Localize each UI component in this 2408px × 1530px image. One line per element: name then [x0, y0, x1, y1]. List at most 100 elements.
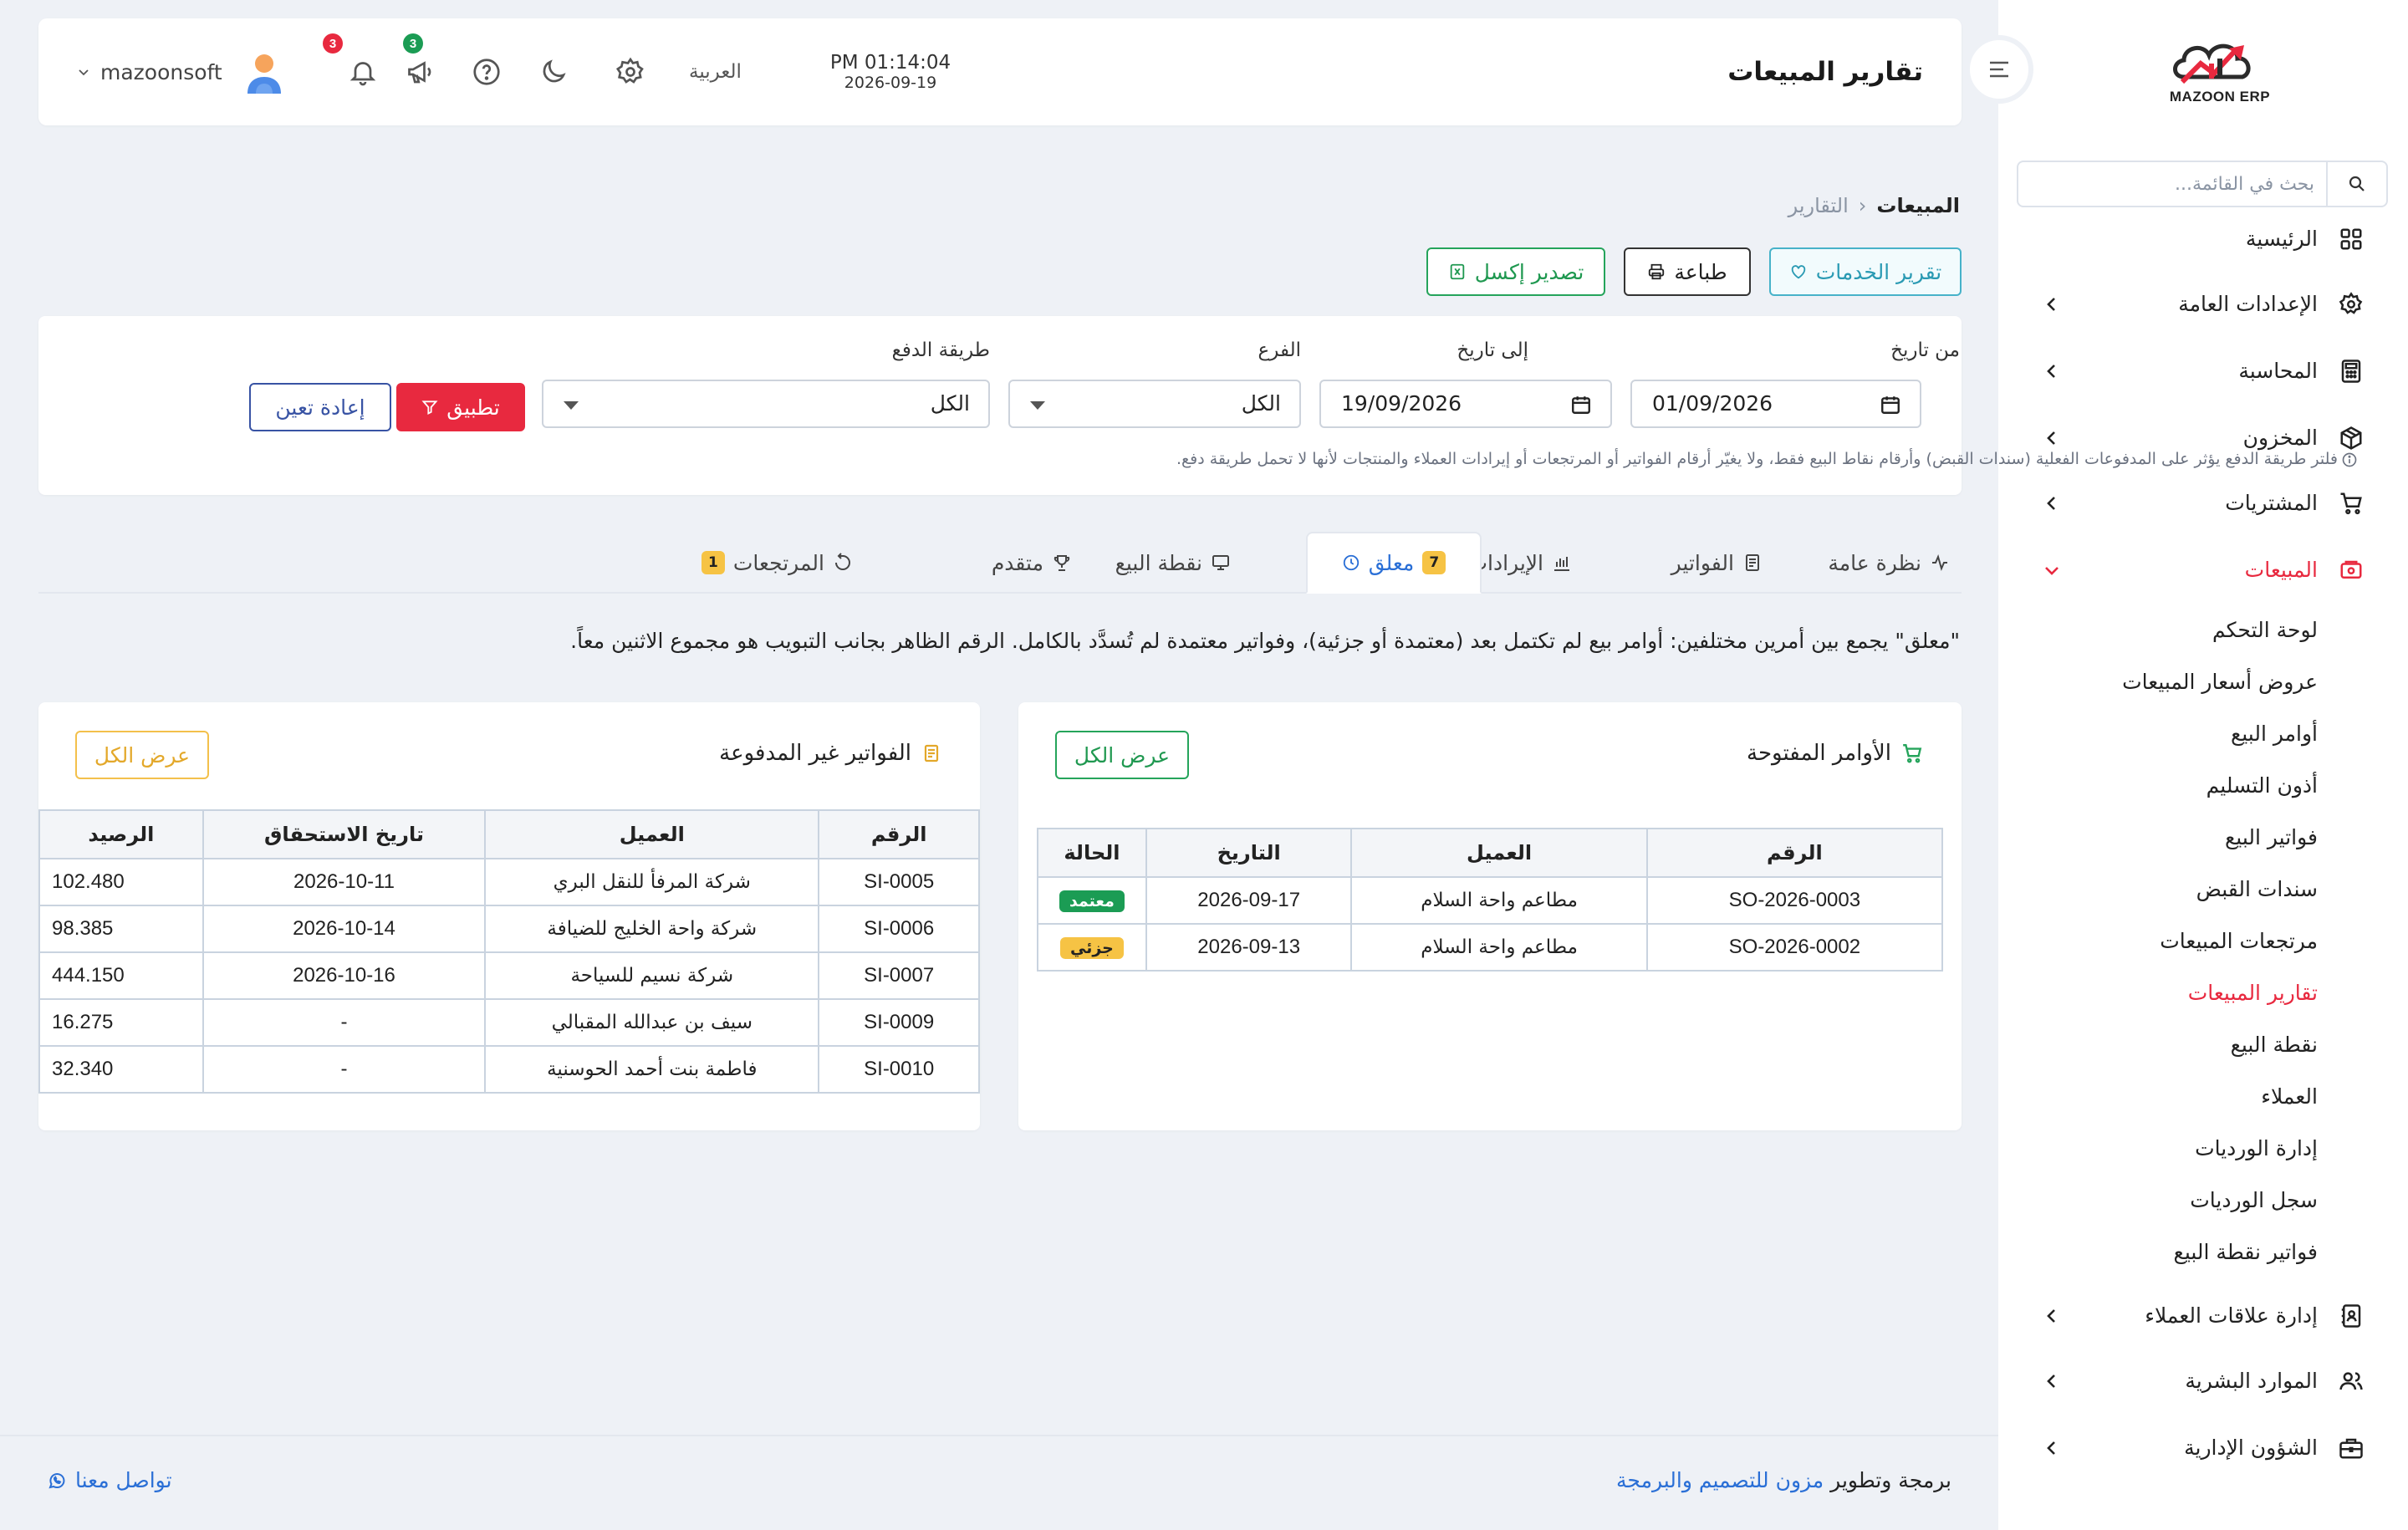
- nav-item-hr[interactable]: الموارد البشرية: [1998, 1356, 2408, 1406]
- invoice-balance: 98.385: [38, 905, 204, 953]
- monitor-icon: [1211, 553, 1231, 573]
- sub-item-sales-invoices[interactable]: فواتير البيع: [2225, 821, 2318, 854]
- gear-icon[interactable]: [614, 55, 647, 89]
- sub-item-shift-management[interactable]: إدارة الورديات: [2195, 1132, 2318, 1165]
- invoice-due-date: -: [202, 1045, 487, 1094]
- invoice-number[interactable]: SI-0009: [818, 998, 980, 1047]
- table-row[interactable]: SI-0006 شركة واحة الخليج للضيافة 2026-10…: [38, 905, 980, 953]
- invoice-balance: 16.275: [38, 998, 204, 1047]
- sub-item-sales-reports[interactable]: تقارير المبيعات: [2188, 977, 2318, 1010]
- table-row[interactable]: SI-0007 شركة نسيم للسياحة 2026-10-16 444…: [38, 951, 980, 1000]
- tab-overview[interactable]: نظرة عامة: [1828, 532, 1950, 594]
- box-icon: [2336, 423, 2366, 453]
- nav-item-admin-affairs[interactable]: الشؤون الإدارية: [1998, 1423, 2408, 1473]
- nav-item-crm[interactable]: إدارة علاقات العملاء: [1998, 1291, 2408, 1341]
- payment-method-value: الكل: [930, 391, 970, 416]
- sub-item-dashboard[interactable]: لوحة التحكم: [2212, 614, 2318, 647]
- page-title: تقارير المبيعات: [1727, 57, 1923, 87]
- sub-item-sales-orders[interactable]: أوامر البيع: [2231, 717, 2318, 751]
- bell-icon[interactable]: [346, 55, 380, 89]
- services-report-button[interactable]: تقرير الخدمات: [1769, 247, 1962, 296]
- pending-description: "معلق" يجمع بين أمرين مختلفين: أوامر بيع…: [570, 629, 1960, 653]
- order-status-cell: معتمد: [1037, 876, 1147, 925]
- branch-select[interactable]: الكل: [1008, 380, 1301, 428]
- invoice-number[interactable]: SI-0005: [818, 858, 980, 906]
- to-date-field[interactable]: 19/09/2026: [1319, 380, 1612, 428]
- sub-item-customers[interactable]: العملاء: [2261, 1080, 2318, 1114]
- tab-advanced[interactable]: متقدم: [992, 532, 1072, 594]
- tab-pending[interactable]: 7 معلق: [1306, 532, 1482, 594]
- order-number[interactable]: SO-2026-0002: [1645, 923, 1944, 972]
- tab-revenue[interactable]: الإيرادات: [1467, 532, 1572, 594]
- tab-invoices[interactable]: الفواتير: [1671, 532, 1763, 594]
- order-date: 2026-09-13: [1145, 923, 1353, 972]
- apply-button[interactable]: تطبيق: [396, 383, 525, 431]
- contact-us-link[interactable]: تواصل معنا: [47, 1468, 172, 1492]
- branch-label: الفرع: [1258, 339, 1301, 361]
- export-excel-button[interactable]: تصدير إكسل: [1426, 247, 1605, 296]
- menu-search-input[interactable]: [2030, 169, 2314, 199]
- invoice-balance: 102.480: [38, 858, 204, 906]
- payment-filter-note: فلتر طريقة الدفع يؤثر على المدفوعات الفع…: [1176, 450, 2338, 468]
- clock-time: PM 01:14:04: [829, 52, 951, 74]
- from-date-label: من تاريخ: [1890, 339, 1960, 361]
- caret-down-icon: [564, 401, 579, 410]
- nav-item-purchases[interactable]: المشتريات: [1998, 478, 2408, 528]
- breadcrumb-separator: ‹: [1858, 194, 1867, 217]
- table-row[interactable]: SI-0010 فاطمة بنت أحمد الحوسنية - 32.340: [38, 1045, 980, 1094]
- sub-item-pos-invoices[interactable]: فواتير نقطة البيع: [2174, 1236, 2318, 1269]
- view-all-orders-button[interactable]: عرض الكل: [1055, 731, 1189, 779]
- sidebar-toggle-button[interactable]: [1965, 35, 2033, 104]
- contacts-icon: [2336, 1301, 2366, 1331]
- nav-label: الشؤون الإدارية: [2184, 1436, 2318, 1460]
- to-date-value: 19/09/2026: [1341, 391, 1462, 416]
- sub-item-delivery-notes[interactable]: أذون التسليم: [2206, 769, 2318, 803]
- nav-item-general-settings[interactable]: الإعدادات العامة: [1998, 279, 2408, 329]
- calculator-icon: [2336, 356, 2366, 386]
- nav-item-sales[interactable]: المبيعات: [1998, 545, 2408, 595]
- column-header: العميل: [1350, 828, 1648, 878]
- search-icon[interactable]: [2326, 162, 2386, 206]
- credit-link[interactable]: مزون للتصميم والبرمجة: [1616, 1468, 1824, 1492]
- invoice-number[interactable]: SI-0006: [818, 905, 980, 953]
- sub-item-quotations[interactable]: عروض أسعار المبيعات: [2122, 666, 2318, 699]
- username: mazoonsoft: [100, 59, 222, 84]
- table-row[interactable]: SO-2026-0002 مطاعم واحة السلام 2026-09-1…: [1037, 923, 1944, 972]
- sub-item-receipts[interactable]: سندات القبض: [2196, 873, 2318, 906]
- sub-item-pos[interactable]: نقطة البيع: [2231, 1028, 2318, 1062]
- invoice-number[interactable]: SI-0010: [818, 1045, 980, 1094]
- invoice-number[interactable]: SI-0007: [818, 951, 980, 1000]
- nav-item-home[interactable]: الرئيسية: [1998, 214, 2408, 264]
- breadcrumb-root[interactable]: المبيعات: [1876, 194, 1960, 217]
- tab-returns[interactable]: المرتجعات 1: [701, 532, 853, 594]
- open-orders-title-text: الأوامر المفتوحة: [1747, 741, 1891, 766]
- sub-item-shift-log[interactable]: سجل الورديات: [2190, 1184, 2318, 1217]
- clock-date: 2026-09-19: [844, 74, 937, 92]
- payment-method-select[interactable]: الكل: [542, 380, 990, 428]
- print-button[interactable]: طباعة: [1624, 247, 1751, 296]
- invoice-due-date: -: [202, 998, 487, 1047]
- reset-button[interactable]: إعادة تعين: [249, 383, 391, 431]
- view-all-invoices-button[interactable]: عرض الكل: [75, 731, 209, 779]
- moon-icon[interactable]: [537, 55, 570, 89]
- open-orders-panel: الأوامر المفتوحة عرض الكل الرقم العميل ا…: [1018, 702, 1962, 1130]
- nav-item-accounting[interactable]: المحاسبة: [1998, 346, 2408, 396]
- language-switch[interactable]: العربية: [689, 18, 742, 125]
- megaphone-icon[interactable]: [404, 55, 437, 89]
- excel-icon: [1448, 263, 1467, 281]
- invoice-customer: شركة المرفأ للنقل البري: [484, 858, 820, 906]
- table-row[interactable]: SI-0009 سيف بن عبدالله المقبالي - 16.275: [38, 998, 980, 1047]
- tab-pos[interactable]: نقطة البيع: [1115, 532, 1231, 594]
- user-menu[interactable]: mazoonsoft: [77, 18, 222, 125]
- avatar[interactable]: [244, 52, 284, 95]
- table-row[interactable]: SO-2026-0003 مطاعم واحة السلام 2026-09-1…: [1037, 876, 1944, 925]
- document-icon: [1742, 553, 1763, 573]
- from-date-field[interactable]: 01/09/2026: [1630, 380, 1921, 428]
- heart-icon: [1789, 263, 1808, 281]
- sub-item-sales-returns[interactable]: مرتجعات المبيعات: [2160, 925, 2318, 958]
- users-icon: [2336, 1366, 2366, 1396]
- help-icon[interactable]: [470, 55, 503, 89]
- order-number[interactable]: SO-2026-0003: [1645, 876, 1944, 925]
- unpaid-invoices-title: الفواتير غير المدفوعة: [719, 741, 941, 766]
- table-row[interactable]: SI-0005 شركة المرفأ للنقل البري 2026-10-…: [38, 858, 980, 906]
